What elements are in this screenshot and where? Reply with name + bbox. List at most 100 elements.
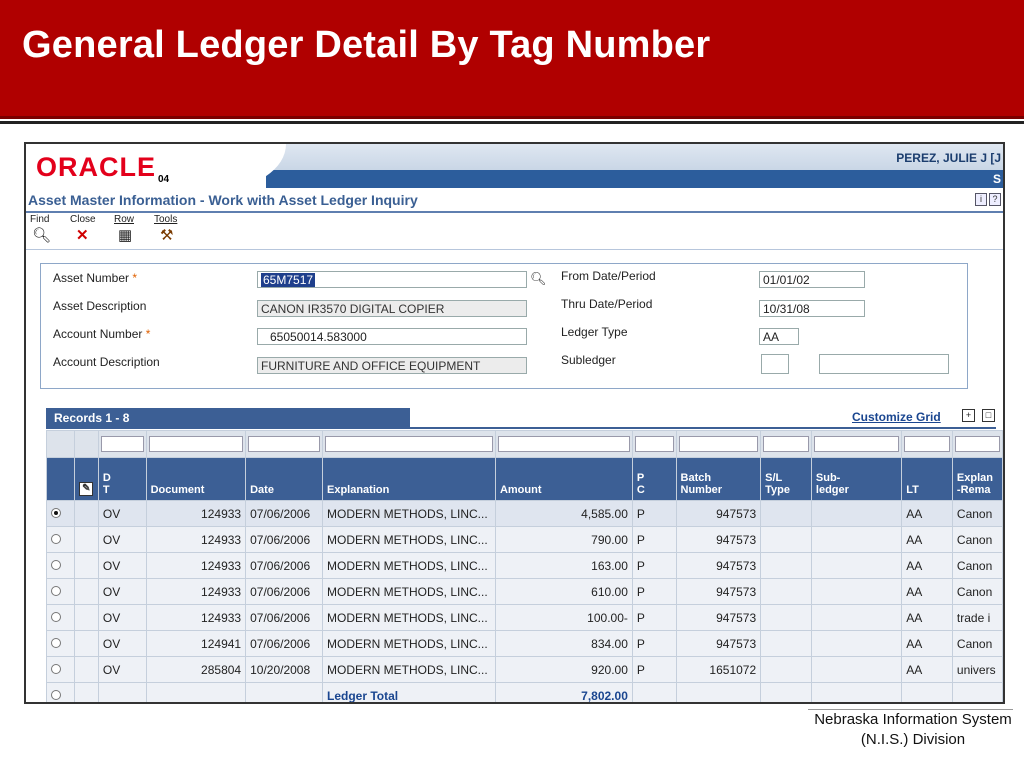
row-select-radio[interactable] [51, 637, 61, 648]
table-row[interactable]: OV 124941 07/06/2006 MODERN METHODS, LINC..… [46, 630, 1003, 657]
column-header-subledger[interactable]: Sub- ledger [810, 457, 903, 501]
search-icon[interactable]: 🔍︎ [530, 271, 547, 287]
cell-amount: 100.00- [494, 604, 633, 631]
column-header-batch-number[interactable]: Batch Number [675, 457, 762, 501]
edit-icon[interactable]: ✎ [73, 457, 99, 501]
cell-explanation: MODERN METHODS, LINC... [321, 604, 496, 631]
filter-subledger-input[interactable] [813, 436, 900, 452]
table-row[interactable]: OV 124933 07/06/2006 MODERN METHODS, LINC..… [46, 500, 1003, 527]
column-header-dt[interactable]: D T [97, 457, 147, 501]
filter-dt-input[interactable] [100, 436, 144, 452]
cell-dt: OV [97, 656, 147, 683]
filter-sl-type-input[interactable] [763, 436, 809, 452]
account-number-input[interactable]: 65050014.583000 [257, 328, 527, 345]
table-row[interactable]: OV 124933 07/06/2006 MODERN METHODS, LINC..… [46, 604, 1003, 631]
cell-lt: AA [901, 656, 953, 683]
column-header-amount[interactable]: Amount [494, 457, 633, 501]
column-header-pc[interactable]: P C [631, 457, 677, 501]
table-row[interactable]: OV 124933 07/06/2006 MODERN METHODS, LINC..… [46, 552, 1003, 579]
filter-batch-input[interactable] [678, 436, 759, 452]
help-icon[interactable]: ? [989, 193, 1001, 206]
cell-amount: 790.00 [494, 526, 633, 553]
asset-number-label: Asset Number * [53, 271, 138, 285]
row-select-radio[interactable] [51, 689, 61, 700]
cell-sl-type [760, 526, 812, 553]
row-select-radio[interactable] [51, 559, 61, 570]
tools-icon[interactable]: ⚒ [160, 228, 173, 243]
cell-lt: AA [901, 500, 953, 527]
filter-date-input[interactable] [248, 436, 320, 452]
version-label: 04 [158, 174, 170, 185]
cell-amount: 163.00 [494, 552, 633, 579]
column-header-date[interactable]: Date [245, 457, 323, 501]
find-button[interactable]: Find [30, 214, 49, 225]
cell-batch: 947573 [675, 526, 762, 553]
filter-pc-input[interactable] [634, 436, 674, 452]
cell-remark: Canon [951, 526, 1003, 553]
subledger-input[interactable] [761, 354, 789, 374]
cell-explanation: MODERN METHODS, LINC... [321, 578, 496, 605]
cell-date: 07/06/2006 [245, 604, 323, 631]
row-select-radio[interactable] [51, 507, 61, 518]
cell-amount: 4,585.00 [494, 500, 633, 527]
column-header-lt[interactable]: LT [901, 457, 953, 501]
cell-batch: 947573 [675, 578, 762, 605]
cell-pc: P [631, 578, 677, 605]
close-icon[interactable]: ✕ [76, 228, 89, 243]
column-header-explanation[interactable]: Explanation [321, 457, 496, 501]
cell-date: 07/06/2006 [245, 552, 323, 579]
column-header-remark[interactable]: Explan -Rema [951, 457, 1003, 501]
cell-lt: AA [901, 526, 953, 553]
filter-explanation-input[interactable] [324, 436, 493, 452]
row-icon[interactable]: ▦ [118, 228, 132, 243]
total-row: Ledger Total 7,802.00 [46, 682, 1003, 702]
column-header-sl-type[interactable]: S/L Type [760, 457, 812, 501]
row-select-radio[interactable] [51, 533, 61, 544]
table-row[interactable]: OV 285804 10/20/2008 MODERN METHODS, LINC..… [46, 656, 1003, 683]
filter-lt-input[interactable] [904, 436, 950, 452]
table-row[interactable]: OV 124933 07/06/2006 MODERN METHODS, LINC..… [46, 526, 1003, 553]
search-form: Asset Number * 65M7517 🔍︎ Asset Descript… [40, 263, 968, 389]
cell-date: 07/06/2006 [245, 526, 323, 553]
grid-body: OV 124933 07/06/2006 MODERN METHODS, LINC..… [46, 500, 1003, 702]
cell-explanation: MODERN METHODS, LINC... [321, 526, 496, 553]
banner-divider [0, 121, 1024, 124]
row-select-radio[interactable] [51, 585, 61, 596]
cell-sl-type [760, 604, 812, 631]
row-select-radio[interactable] [51, 611, 61, 622]
customize-grid-link[interactable]: Customize Grid [852, 410, 941, 424]
subledger-type-input[interactable] [819, 354, 949, 374]
maximize-icon[interactable]: □ [982, 409, 995, 422]
cell-dt: OV [97, 604, 147, 631]
cell-lt: AA [901, 604, 953, 631]
ledger-type-input[interactable]: AA [759, 328, 799, 345]
export-icon[interactable]: + [962, 409, 975, 422]
filter-amount-input[interactable] [497, 436, 630, 452]
thru-date-input[interactable]: 10/31/08 [759, 300, 865, 317]
cell-amount: 610.00 [494, 578, 633, 605]
cell-pc: P [631, 656, 677, 683]
filter-document-input[interactable] [148, 436, 244, 452]
close-button[interactable]: Close [70, 214, 96, 225]
user-name-line2: S [992, 172, 1001, 186]
row-select-radio[interactable] [51, 663, 61, 674]
table-row[interactable]: OV 124933 07/06/2006 MODERN METHODS, LINC..… [46, 578, 1003, 605]
cell-dt: OV [97, 500, 147, 527]
from-date-input[interactable]: 01/01/02 [759, 271, 865, 288]
cell-lt: AA [901, 578, 953, 605]
find-icon[interactable]: 🔍︎ [32, 228, 51, 243]
filter-remark-input[interactable] [954, 436, 1000, 452]
cell-date: 07/06/2006 [245, 578, 323, 605]
organization-footer: Nebraska Information System (N.I.S.) Div… [808, 710, 1018, 750]
cell-document: 124933 [145, 604, 247, 631]
asset-number-input[interactable]: 65M7517 [257, 271, 527, 288]
tools-menu[interactable]: Tools [154, 214, 177, 225]
info-icon[interactable]: i [975, 193, 987, 206]
row-menu[interactable]: Row [114, 214, 134, 225]
cell-sl-type [760, 552, 812, 579]
cell-date: 10/20/2008 [245, 656, 323, 683]
cell-remark: Canon [951, 500, 1003, 527]
column-header-document[interactable]: Document [145, 457, 247, 501]
application-title: Asset Master Information - Work with Ass… [28, 192, 418, 208]
cell-sl-type [760, 578, 812, 605]
